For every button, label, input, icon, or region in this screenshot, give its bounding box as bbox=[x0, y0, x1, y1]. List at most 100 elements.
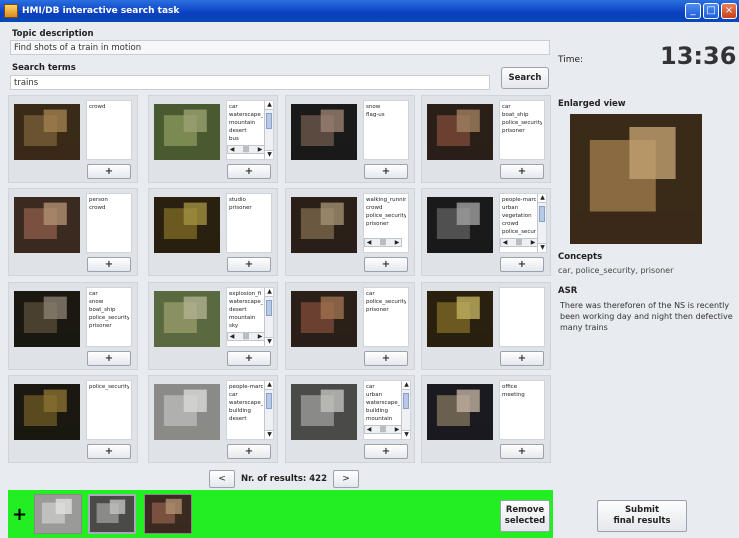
close-button[interactable]: × bbox=[721, 3, 737, 19]
scroll-left-icon[interactable]: ◀ bbox=[365, 239, 373, 246]
maximize-button[interactable]: □ bbox=[703, 3, 719, 19]
add-to-selection-button[interactable]: + bbox=[500, 351, 544, 366]
prev-page-button[interactable]: < bbox=[209, 470, 235, 488]
result-thumbnail[interactable] bbox=[154, 384, 220, 440]
result-cell[interactable]: walking_runningcrowd police_securitypriso… bbox=[285, 188, 415, 276]
add-to-selection-button[interactable]: + bbox=[87, 351, 131, 366]
add-to-selection-button[interactable]: + bbox=[500, 164, 544, 179]
result-cell[interactable]: office meeting + bbox=[421, 375, 551, 463]
scroll-thumb[interactable]: ||| bbox=[242, 146, 250, 153]
concept-vscrollbar[interactable]: ▲ ▼ bbox=[401, 381, 410, 439]
concept-list[interactable]: car boat_ship police_security prisoner bbox=[499, 100, 545, 160]
add-to-selection-button[interactable]: + bbox=[227, 257, 271, 272]
result-thumbnail[interactable] bbox=[291, 384, 357, 440]
result-thumbnail[interactable] bbox=[291, 197, 357, 253]
next-page-button[interactable]: > bbox=[332, 470, 359, 488]
result-thumbnail[interactable] bbox=[427, 384, 493, 440]
scroll-thumb[interactable] bbox=[266, 300, 272, 316]
concept-list[interactable]: person crowd bbox=[86, 193, 132, 253]
add-to-selection-button[interactable]: + bbox=[227, 164, 271, 179]
result-thumbnail[interactable] bbox=[154, 291, 220, 347]
result-thumbnail[interactable] bbox=[427, 291, 493, 347]
result-thumbnail[interactable] bbox=[14, 384, 80, 440]
selected-shot[interactable] bbox=[88, 494, 136, 534]
concept-list[interactable]: car snow boat_ship police_security prisoner bbox=[86, 287, 132, 347]
scroll-up-icon[interactable]: ▲ bbox=[265, 101, 273, 110]
concept-vscrollbar[interactable]: ▲ ▼ bbox=[264, 381, 273, 439]
concept-list[interactable]: crowd bbox=[86, 100, 132, 160]
scroll-down-icon[interactable]: ▼ bbox=[265, 430, 273, 439]
add-to-selection-button[interactable]: + bbox=[87, 444, 131, 459]
scroll-right-icon[interactable]: ▶ bbox=[393, 239, 401, 246]
submit-final-results-button[interactable]: Submit final results bbox=[597, 500, 687, 532]
scroll-thumb[interactable] bbox=[403, 393, 409, 409]
scroll-down-icon[interactable]: ▼ bbox=[265, 150, 273, 159]
scroll-up-icon[interactable]: ▲ bbox=[265, 381, 273, 390]
scroll-down-icon[interactable]: ▼ bbox=[538, 243, 546, 252]
result-thumbnail[interactable] bbox=[291, 291, 357, 347]
result-cell[interactable]: crowd + bbox=[8, 95, 138, 183]
result-cell[interactable]: car police_security prisoner + bbox=[285, 282, 415, 370]
selected-shot[interactable] bbox=[144, 494, 192, 534]
scroll-thumb[interactable]: ||| bbox=[515, 239, 523, 246]
add-to-selection-button[interactable]: + bbox=[87, 164, 131, 179]
concept-vscrollbar[interactable]: ▲ ▼ bbox=[264, 101, 273, 159]
result-thumbnail[interactable] bbox=[291, 104, 357, 160]
add-to-selection-button[interactable]: + bbox=[227, 444, 271, 459]
scroll-right-icon[interactable]: ▶ bbox=[256, 333, 264, 340]
result-cell[interactable]: car waterscape_ mountain desert bus ▲ ▼ ◀ ||| ▶ + bbox=[148, 95, 278, 183]
result-cell[interactable]: snow flag-us + bbox=[285, 95, 415, 183]
concept-list[interactable]: snow flag-us bbox=[363, 100, 409, 160]
scroll-right-icon[interactable]: ▶ bbox=[529, 239, 537, 246]
scroll-thumb[interactable] bbox=[266, 393, 272, 409]
result-cell[interactable]: police_security + bbox=[8, 375, 138, 463]
result-thumbnail[interactable] bbox=[14, 104, 80, 160]
concept-hscrollbar[interactable]: ◀ ||| ▶ bbox=[227, 145, 265, 154]
result-cell[interactable]: + bbox=[421, 282, 551, 370]
scroll-down-icon[interactable]: ▼ bbox=[265, 337, 273, 346]
scroll-thumb[interactable] bbox=[539, 206, 545, 222]
add-to-selection-button[interactable]: + bbox=[364, 164, 408, 179]
selected-shot[interactable] bbox=[34, 494, 82, 534]
remove-selected-button[interactable]: Remove selected bbox=[500, 500, 550, 532]
concept-list[interactable]: car police_security prisoner bbox=[363, 287, 409, 347]
concept-hscrollbar[interactable]: ◀ ||| ▶ bbox=[364, 425, 402, 434]
result-cell[interactable]: car urban waterscape_ building mountain ▲ ▼ ◀ ||… bbox=[285, 375, 415, 463]
add-to-selection-button[interactable]: + bbox=[364, 444, 408, 459]
result-thumbnail[interactable] bbox=[14, 291, 80, 347]
add-selection-icon[interactable]: + bbox=[12, 504, 27, 525]
result-thumbnail[interactable] bbox=[427, 197, 493, 253]
result-thumbnail[interactable] bbox=[427, 104, 493, 160]
result-cell[interactable]: person crowd + bbox=[8, 188, 138, 276]
result-thumbnail[interactable] bbox=[154, 197, 220, 253]
concept-hscrollbar[interactable]: ◀ ||| ▶ bbox=[364, 238, 402, 247]
scroll-up-icon[interactable]: ▲ bbox=[402, 381, 410, 390]
concept-list[interactable]: studio prisoner bbox=[226, 193, 272, 253]
scroll-left-icon[interactable]: ◀ bbox=[365, 426, 373, 433]
add-to-selection-button[interactable]: + bbox=[500, 444, 544, 459]
concept-list[interactable]: office meeting bbox=[499, 380, 545, 440]
result-cell[interactable]: explosion_fi waterscape_ desert mountain sky… bbox=[148, 282, 278, 370]
scroll-left-icon[interactable]: ◀ bbox=[228, 146, 236, 153]
result-cell[interactable]: people-marc urban vegetation crowd police_se… bbox=[421, 188, 551, 276]
scroll-thumb[interactable] bbox=[266, 113, 272, 129]
concept-hscrollbar[interactable]: ◀ ||| ▶ bbox=[227, 332, 265, 341]
scroll-thumb[interactable]: ||| bbox=[379, 239, 387, 246]
concept-vscrollbar[interactable]: ▲ ▼ bbox=[537, 194, 546, 252]
scroll-up-icon[interactable]: ▲ bbox=[265, 288, 273, 297]
add-to-selection-button[interactable]: + bbox=[500, 257, 544, 272]
result-cell[interactable]: studio prisoner + bbox=[148, 188, 278, 276]
concept-list[interactable]: police_security bbox=[86, 380, 132, 440]
add-to-selection-button[interactable]: + bbox=[87, 257, 131, 272]
scroll-right-icon[interactable]: ▶ bbox=[393, 426, 401, 433]
scroll-up-icon[interactable]: ▲ bbox=[538, 194, 546, 203]
scroll-thumb[interactable]: ||| bbox=[379, 426, 387, 433]
concept-list[interactable]: people-marc car waterscape_ building desert ▲… bbox=[226, 380, 274, 440]
add-to-selection-button[interactable]: + bbox=[364, 351, 408, 366]
scroll-left-icon[interactable]: ◀ bbox=[501, 239, 509, 246]
concept-vscrollbar[interactable]: ▲ ▼ bbox=[264, 288, 273, 346]
scroll-down-icon[interactable]: ▼ bbox=[402, 430, 410, 439]
concept-hscrollbar[interactable]: ◀ ||| ▶ bbox=[500, 238, 538, 247]
result-thumbnail[interactable] bbox=[14, 197, 80, 253]
search-input[interactable]: trains bbox=[10, 75, 490, 90]
